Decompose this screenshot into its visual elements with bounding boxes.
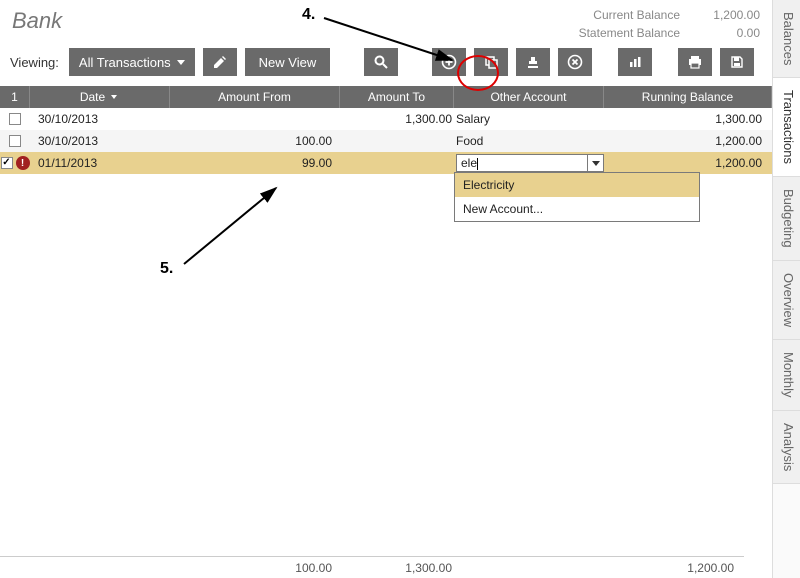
plus-circle-icon [441,54,457,70]
tab-monthly[interactable]: Monthly [773,340,800,411]
print-icon [687,54,703,70]
cell-amount-from [170,108,340,130]
table-row[interactable]: 30/10/2013 1,300.00 Salary 1,300.00 [0,108,772,130]
save-icon [729,54,745,70]
table-row[interactable]: 30/10/2013 100.00 Food 1,200.00 [0,130,772,152]
cell-date: 30/10/2013 [30,130,170,152]
col-header-amount-to[interactable]: Amount To [340,86,454,108]
col-header-date[interactable]: Date [30,86,170,108]
add-transaction-button[interactable] [432,48,466,76]
combobox-toggle[interactable] [587,155,603,171]
grid-body: 30/10/2013 1,300.00 Salary 1,300.00 30/1… [0,108,772,174]
balances-summary: Current Balance 1,200.00 Statement Balan… [579,8,760,40]
cell-running-balance: 1,200.00 [604,152,772,174]
chevron-down-icon [592,161,600,166]
cell-running-balance: 1,300.00 [604,108,772,130]
tab-balances[interactable]: Balances [773,0,800,78]
bar-chart-icon [627,54,643,70]
new-view-label: New View [259,55,317,70]
cell-other-account: Salary [454,108,604,130]
chevron-down-icon [177,60,185,65]
cell-amount-to: 1,300.00 [340,108,454,130]
delete-button[interactable] [558,48,592,76]
new-view-button[interactable]: New View [245,48,331,76]
statement-balance-label: Statement Balance [579,26,680,40]
tab-analysis[interactable]: Analysis [773,411,800,484]
duplicate-icon [483,54,499,70]
print-button[interactable] [678,48,712,76]
close-circle-icon [567,54,583,70]
current-balance-value: 1,200.00 [700,8,760,22]
grid-header: 1 Date Amount From Amount To Other Accou… [0,86,772,108]
text-cursor [477,158,478,170]
pencil-icon [212,54,228,70]
view-filter-dropdown[interactable]: All Transactions [69,48,195,76]
row-checkbox[interactable] [9,113,21,125]
sort-desc-icon [109,92,119,102]
footer-amount-to: 1,300.00 [340,557,454,578]
search-button[interactable] [364,48,398,76]
view-filter-label: All Transactions [79,55,171,70]
statement-balance-value: 0.00 [700,26,760,40]
cell-date: 01/11/2013 [30,152,170,174]
cell-amount-from: 100.00 [170,130,340,152]
tab-transactions[interactable]: Transactions [773,78,800,177]
dropdown-option[interactable]: Electricity [455,173,699,197]
search-icon [373,54,389,70]
cell-other-account[interactable]: ele Electricity New Account... [454,152,604,174]
other-account-dropdown[interactable]: Electricity New Account... [454,172,700,222]
chart-button[interactable] [618,48,652,76]
stamp-icon [525,54,541,70]
edit-button[interactable] [203,48,237,76]
cell-amount-from: 99.00 [170,152,340,174]
tab-budgeting[interactable]: Budgeting [773,177,800,261]
col-header-other-account[interactable]: Other Account [454,86,604,108]
other-account-combobox[interactable]: ele [456,154,604,172]
side-tabs: Balances Transactions Budgeting Overview… [772,0,800,578]
footer-amount-from: 100.00 [170,557,340,578]
page-title: Bank [12,8,62,40]
stamp-button[interactable] [516,48,550,76]
footer-running-balance: 1,200.00 [604,557,744,578]
cell-other-account: Food [454,130,604,152]
toolbar: Viewing: All Transactions New View [0,44,772,86]
other-account-input-text: ele [457,156,587,170]
dropdown-option[interactable]: New Account... [455,197,699,221]
cell-amount-to [340,152,454,174]
tab-overview[interactable]: Overview [773,261,800,340]
cell-amount-to [340,130,454,152]
cell-date: 30/10/2013 [30,108,170,130]
col-header-amount-from[interactable]: Amount From [170,86,340,108]
col-header-running-balance[interactable]: Running Balance [604,86,772,108]
table-row[interactable]: ! 01/11/2013 99.00 ele Electricity New A… [0,152,772,174]
viewing-label: Viewing: [10,55,59,70]
cell-running-balance: 1,200.00 [604,130,772,152]
row-checkbox[interactable] [9,135,21,147]
current-balance-label: Current Balance [593,8,680,22]
row-checkbox[interactable] [1,157,13,169]
footer-totals: 100.00 1,300.00 1,200.00 [0,556,744,578]
save-button[interactable] [720,48,754,76]
alert-icon: ! [16,156,30,170]
col-header-num[interactable]: 1 [0,86,30,108]
duplicate-button[interactable] [474,48,508,76]
